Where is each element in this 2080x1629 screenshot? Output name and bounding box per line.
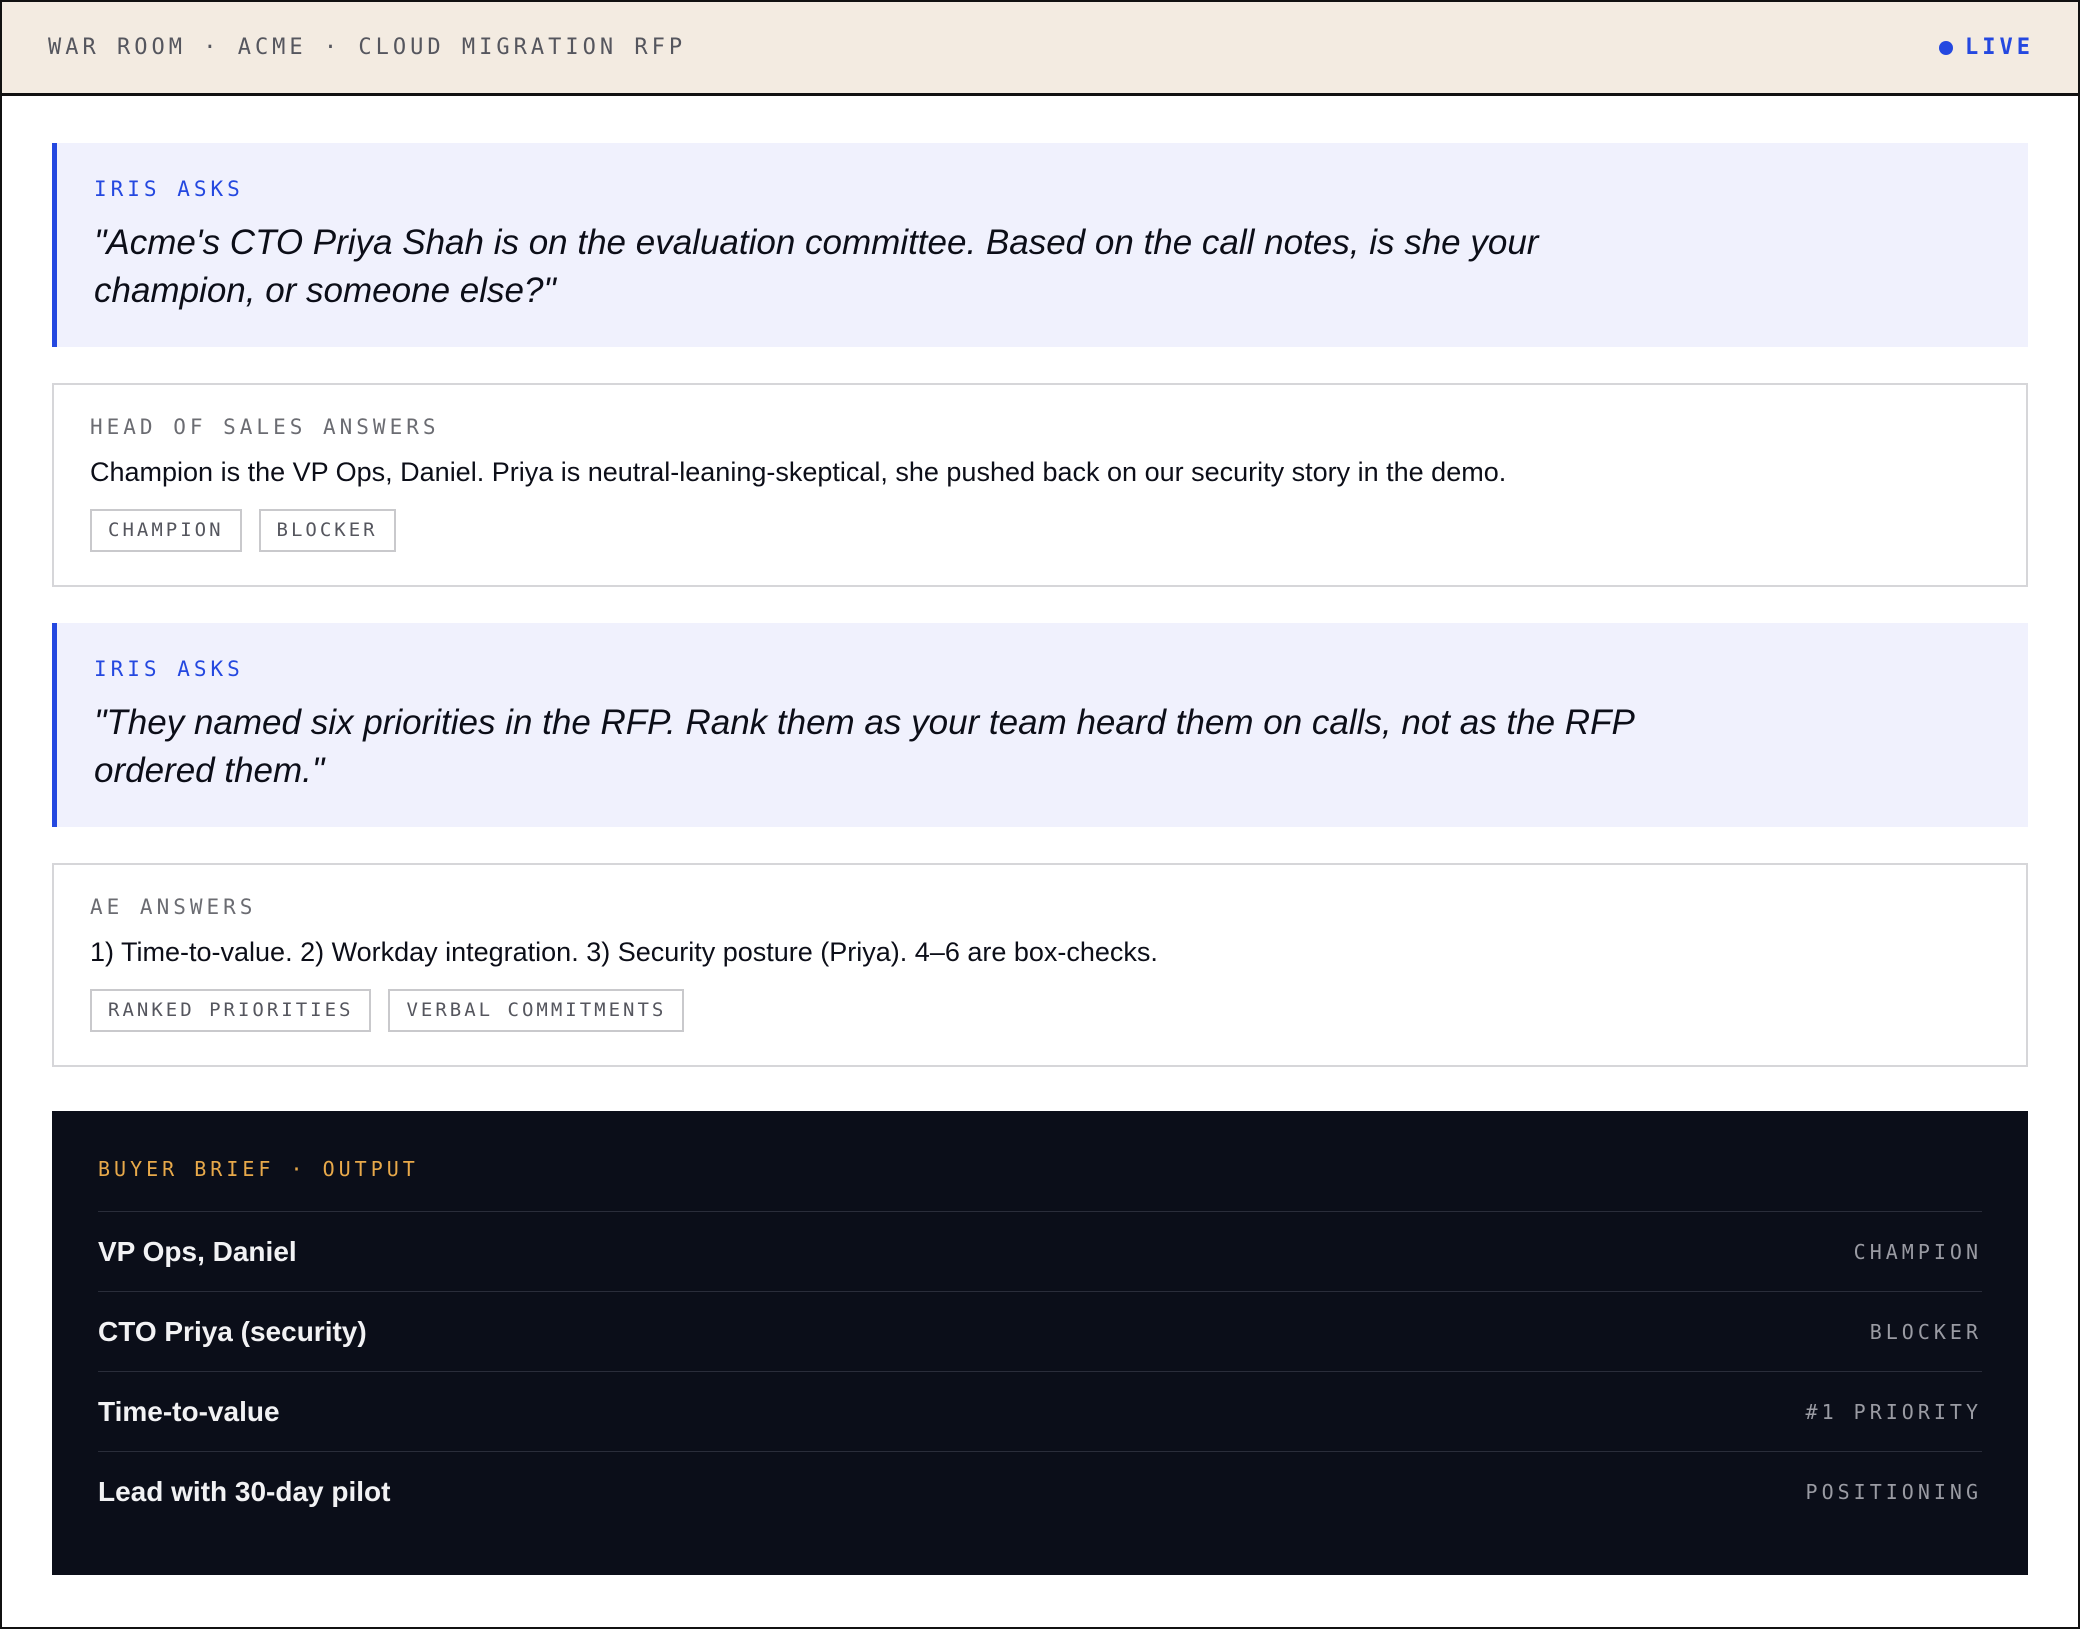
tag-verbal-commitments[interactable]: VERBAL COMMITMENTS [388,989,685,1032]
buyer-brief-panel: BUYER BRIEF · OUTPUT VP Ops, Daniel CHAM… [52,1111,2028,1575]
brief-row-value: #1 PRIORITY [1805,1399,1982,1424]
brief-row: Time-to-value #1 PRIORITY [98,1371,1982,1451]
brief-row: Lead with 30-day pilot POSITIONING [98,1451,1982,1531]
live-status-indicator: LIVE [1939,35,2034,60]
page-title: WAR ROOM · ACME · CLOUD MIGRATION RFP [48,35,687,60]
war-room-window: WAR ROOM · ACME · CLOUD MIGRATION RFP LI… [0,0,2080,1629]
brief-row-key: VP Ops, Daniel [98,1235,297,1267]
ask-label: IRIS ASKS [94,177,244,201]
answer-card-2: AE ANSWERS 1) Time-to-value. 2) Workday … [52,863,2028,1067]
brief-row-key: Lead with 30-day pilot [98,1475,391,1507]
brief-row: CTO Priya (security) BLOCKER [98,1291,1982,1371]
live-dot-icon [1939,40,1954,55]
tag-ranked-priorities[interactable]: RANKED PRIORITIES [90,989,372,1032]
ask-quote: "They named six priorities in the RFP. R… [94,703,1634,790]
brief-label: BUYER BRIEF · OUTPUT [98,1157,419,1181]
tag-blocker[interactable]: BLOCKER [258,509,396,552]
brief-row: VP Ops, Daniel CHAMPION [98,1211,1982,1291]
brief-row-value: POSITIONING [1805,1479,1982,1504]
live-label: LIVE [1965,35,2034,60]
brief-row-value: BLOCKER [1869,1319,1982,1344]
answer-tags: RANKED PRIORITIES VERBAL COMMITMENTS [90,989,1990,1032]
tag-champion[interactable]: CHAMPION [90,509,242,552]
conversation-feed: IRIS ASKS "Acme's CTO Priya Shah is on t… [2,96,2078,1575]
answer-text: 1) Time-to-value. 2) Workday integration… [90,937,1158,967]
iris-question-2: IRIS ASKS "They named six priorities in … [52,623,2028,827]
ask-quote: "Acme's CTO Priya Shah is on the evaluat… [94,223,1539,310]
iris-question-1: IRIS ASKS "Acme's CTO Priya Shah is on t… [52,143,2028,347]
brief-row-key: CTO Priya (security) [98,1315,367,1347]
brief-row-value: CHAMPION [1853,1239,1982,1264]
answer-tags: CHAMPION BLOCKER [90,509,1990,552]
answer-card-1: HEAD OF SALES ANSWERS Champion is the VP… [52,383,2028,587]
answer-label: AE ANSWERS [90,895,257,919]
brief-row-key: Time-to-value [98,1395,280,1427]
answer-label: HEAD OF SALES ANSWERS [90,415,440,439]
ask-label: IRIS ASKS [94,657,244,681]
top-bar: WAR ROOM · ACME · CLOUD MIGRATION RFP LI… [2,2,2078,96]
answer-text: Champion is the VP Ops, Daniel. Priya is… [90,457,1507,487]
